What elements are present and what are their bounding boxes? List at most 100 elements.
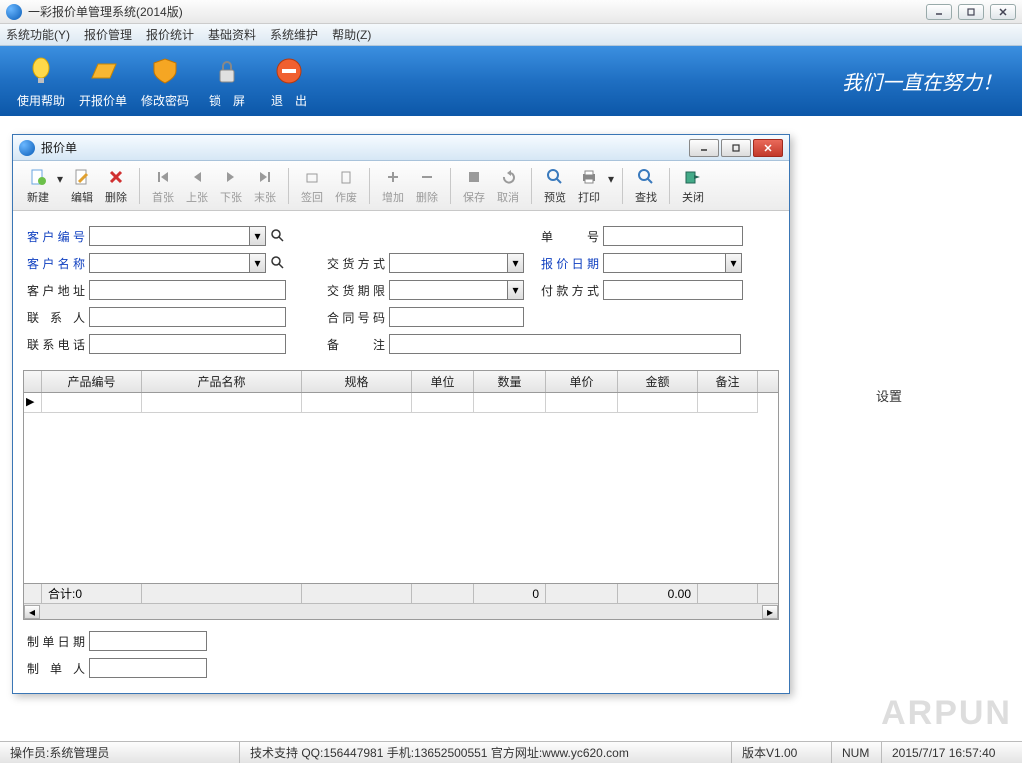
minus-icon	[417, 167, 437, 187]
grid-col-header[interactable]: 规格	[302, 371, 412, 392]
dropdown-button[interactable]: ▾	[249, 226, 266, 246]
cust-addr-input[interactable]	[89, 280, 286, 300]
cust-code-input[interactable]	[89, 226, 249, 246]
cust-code-label[interactable]: 客户编号	[27, 228, 85, 245]
toolbar-del-button[interactable]: 删除	[99, 165, 133, 207]
toolbar-save-button: 保存	[457, 165, 491, 207]
main-maximize-button[interactable]	[958, 4, 984, 20]
delivery-input[interactable]	[389, 253, 507, 273]
print-icon	[579, 167, 599, 187]
menu-item[interactable]: 报价管理	[84, 26, 132, 43]
grid-footer-cell	[142, 584, 302, 603]
main-toolbar: 使用帮助 开报价单 修改密码 锁 屏 退 出 我们一直在努力！	[0, 46, 1022, 116]
menu-item[interactable]: 报价统计	[146, 26, 194, 43]
grid-col-header[interactable]	[24, 371, 42, 392]
lookup-icon[interactable]	[268, 253, 288, 273]
toolbar-plus-button: 增加	[376, 165, 410, 207]
dialog-maximize-button[interactable]	[721, 139, 751, 157]
toolbar-first-button: 首张	[146, 165, 180, 207]
grid-footer-cell: 0.00	[618, 584, 698, 603]
toolbar-edit-button[interactable]: 编辑	[65, 165, 99, 207]
grid-body[interactable]: ▶	[24, 393, 778, 583]
contact-input[interactable]	[89, 307, 286, 327]
help-button[interactable]: 使用帮助	[10, 54, 72, 109]
toolbar-find-button[interactable]: 查找	[629, 165, 663, 207]
lock-icon	[210, 54, 244, 88]
exit-button[interactable]: 退 出	[258, 54, 320, 109]
menu-item[interactable]: 帮助(Z)	[332, 26, 371, 43]
cust-name-label[interactable]: 客户名称	[27, 255, 85, 272]
cust-name-input[interactable]	[89, 253, 249, 273]
contract-no-input[interactable]	[389, 307, 524, 327]
dropdown-arrow[interactable]: ▾	[606, 167, 616, 205]
next-icon	[221, 167, 241, 187]
dropdown-arrow[interactable]: ▾	[55, 167, 65, 205]
lookup-icon[interactable]	[268, 226, 288, 246]
grid-col-header[interactable]: 金额	[618, 371, 698, 392]
bill-no-input[interactable]	[603, 226, 743, 246]
dropdown-button[interactable]: ▾	[249, 253, 266, 273]
grid-footer-cell	[302, 584, 412, 603]
pay-method-input[interactable]	[603, 280, 743, 300]
bulb-icon	[24, 54, 58, 88]
menu-item[interactable]: 系统功能(Y)	[6, 26, 70, 43]
grid-col-header[interactable]: 单位	[412, 371, 474, 392]
dialog-minimize-button[interactable]	[689, 139, 719, 157]
menu-item[interactable]: 基础资料	[208, 26, 256, 43]
new-quote-button[interactable]: 开报价单	[72, 54, 134, 109]
toolbar-prev-button: 上张	[180, 165, 214, 207]
folder-icon	[86, 54, 120, 88]
dialog-toolbar: 新建▾ 编辑删除首张上张下张末张签回作废增加删除保存取消预览打印▾ 查找关闭	[13, 161, 789, 211]
phone-label: 联系电话	[27, 336, 85, 353]
status-bar: 操作员:系统管理员 技术支持 QQ:156447981 手机:136525005…	[0, 741, 1022, 763]
delivery-label: 交货方式	[327, 255, 385, 272]
toolbar-preview-button[interactable]: 预览	[538, 165, 572, 207]
dialog-title: 报价单	[41, 139, 689, 156]
dropdown-button[interactable]: ▾	[507, 253, 524, 273]
find-icon	[636, 167, 656, 187]
quote-date-input[interactable]	[603, 253, 725, 273]
watermark: ARPUN	[881, 694, 1012, 733]
quote-date-label[interactable]: 报价日期	[541, 255, 599, 272]
cust-addr-label: 客户地址	[27, 282, 85, 299]
grid-footer-cell: 0	[474, 584, 546, 603]
app-icon	[6, 4, 22, 20]
grid-footer-cell	[698, 584, 758, 603]
maker-input[interactable]	[89, 658, 207, 678]
main-minimize-button[interactable]	[926, 4, 952, 20]
grid-col-header[interactable]: 产品编号	[42, 371, 142, 392]
dialog-icon	[19, 140, 35, 156]
grid-scrollbar[interactable]: ◂ ▸	[24, 603, 778, 619]
menubar: 系统功能(Y) 报价管理 报价统计 基础资料 系统维护 帮助(Z)	[0, 24, 1022, 46]
grid-col-header[interactable]: 产品名称	[142, 371, 302, 392]
grid-col-header[interactable]: 备注	[698, 371, 758, 392]
app-title: 一彩报价单管理系统(2014版)	[28, 3, 926, 20]
grid-col-header[interactable]: 数量	[474, 371, 546, 392]
make-date-input[interactable]	[89, 631, 207, 651]
grid-footer-cell	[412, 584, 474, 603]
slogan-text: 我们一直在努力！	[842, 67, 1002, 96]
phone-input[interactable]	[89, 334, 286, 354]
toolbar-close-button[interactable]: 关闭	[676, 165, 710, 207]
toolbar-next-button: 下张	[214, 165, 248, 207]
change-password-button[interactable]: 修改密码	[134, 54, 196, 109]
save-icon	[464, 167, 484, 187]
new-icon	[28, 167, 48, 187]
delivery-term-input[interactable]	[389, 280, 507, 300]
dialog-close-button[interactable]	[753, 139, 783, 157]
scroll-left-button[interactable]: ◂	[24, 605, 40, 619]
remark-input[interactable]	[389, 334, 741, 354]
scroll-right-button[interactable]: ▸	[762, 605, 778, 619]
menu-item[interactable]: 系统维护	[270, 26, 318, 43]
main-close-button[interactable]	[990, 4, 1016, 20]
form-area: 客户编号 ▾ 单 号 客户名称 ▾ 交货方式 ▾	[13, 211, 789, 366]
preview-icon	[545, 167, 565, 187]
void-icon	[336, 167, 356, 187]
lock-screen-button[interactable]: 锁 屏	[196, 54, 258, 109]
dropdown-button[interactable]: ▾	[725, 253, 742, 273]
dropdown-button[interactable]: ▾	[507, 280, 524, 300]
grid-col-header[interactable]: 单价	[546, 371, 618, 392]
grid-footer-cell	[24, 584, 42, 603]
support-info: 技术支持 QQ:156447981 手机:13652500551 官方网址:ww…	[240, 742, 732, 763]
grid-header: 产品编号产品名称规格单位数量单价金额备注	[24, 371, 778, 393]
